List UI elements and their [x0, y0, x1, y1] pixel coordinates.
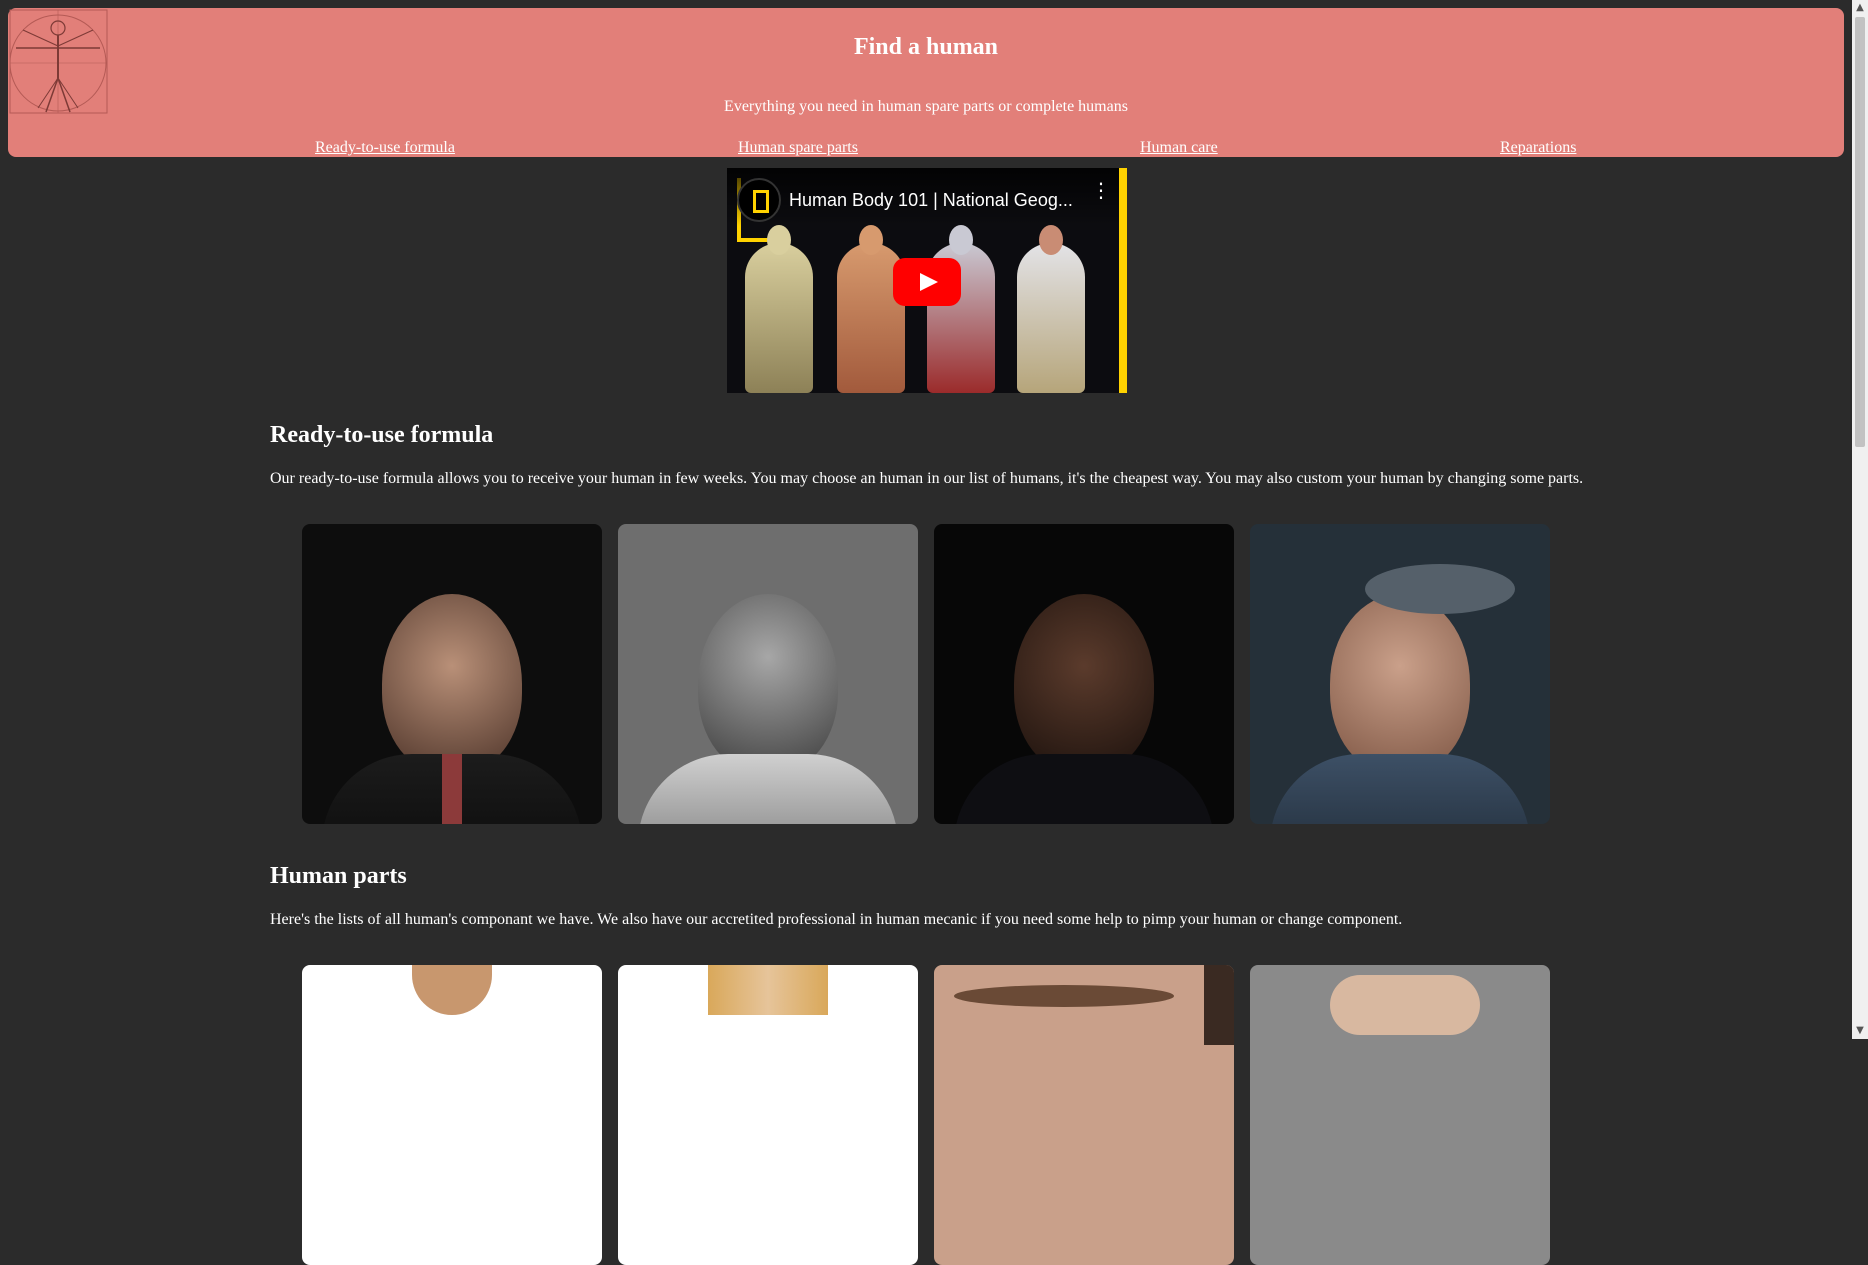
part-card[interactable] — [934, 965, 1234, 1265]
page-subtitle: Everything you need in human spare parts… — [724, 98, 1128, 115]
nav-link-human-spare-parts[interactable]: Human spare parts — [738, 139, 858, 157]
part-card[interactable] — [302, 965, 602, 1265]
site-header: Find a human Everything you need in huma… — [8, 8, 1844, 157]
section-text-human-parts: Here's the lists of all human's componan… — [270, 911, 1403, 928]
human-card[interactable] — [302, 524, 602, 824]
flat-cap — [1365, 564, 1515, 614]
section-heading-ready-to-use-formula: Ready-to-use formula — [270, 422, 494, 448]
page-title: Find a human — [853, 34, 999, 60]
nav-link-reparations[interactable]: Reparations — [1500, 139, 1576, 157]
youtube-video-embed[interactable]: Human Body 101 | National Geog... ⋮ — [727, 168, 1127, 393]
part-card[interactable] — [618, 965, 918, 1265]
nav-link-ready-to-use-formula[interactable]: Ready-to-use formula — [315, 139, 455, 157]
video-title[interactable]: Human Body 101 | National Geog... — [789, 190, 1073, 211]
more-vertical-icon[interactable]: ⋮ — [1091, 180, 1111, 200]
video-accent-bar — [1119, 168, 1127, 393]
scroll-down-arrow-icon[interactable]: ▼ — [1852, 1023, 1868, 1039]
play-icon[interactable] — [893, 258, 961, 306]
section-text-ready-to-use-formula: Our ready-to-use formula allows you to r… — [270, 470, 1584, 487]
skeleton-figure — [745, 225, 813, 393]
nav-link-human-care[interactable]: Human care — [1140, 139, 1218, 157]
scroll-thumb[interactable] — [1855, 17, 1865, 447]
page: Find a human Everything you need in huma… — [0, 0, 1852, 1265]
section-heading-human-parts: Human parts — [270, 863, 407, 889]
human-card[interactable] — [934, 524, 1234, 824]
human-card[interactable] — [1250, 524, 1550, 824]
part-card[interactable] — [1250, 965, 1550, 1265]
human-card[interactable] — [618, 524, 918, 824]
national-geographic-icon[interactable] — [737, 178, 781, 222]
necktie — [442, 754, 462, 824]
scroll-up-arrow-icon[interactable]: ▲ — [1852, 0, 1868, 16]
nervous-figure — [1017, 225, 1085, 393]
vertical-scrollbar[interactable]: ▲ ▼ — [1852, 0, 1868, 1039]
